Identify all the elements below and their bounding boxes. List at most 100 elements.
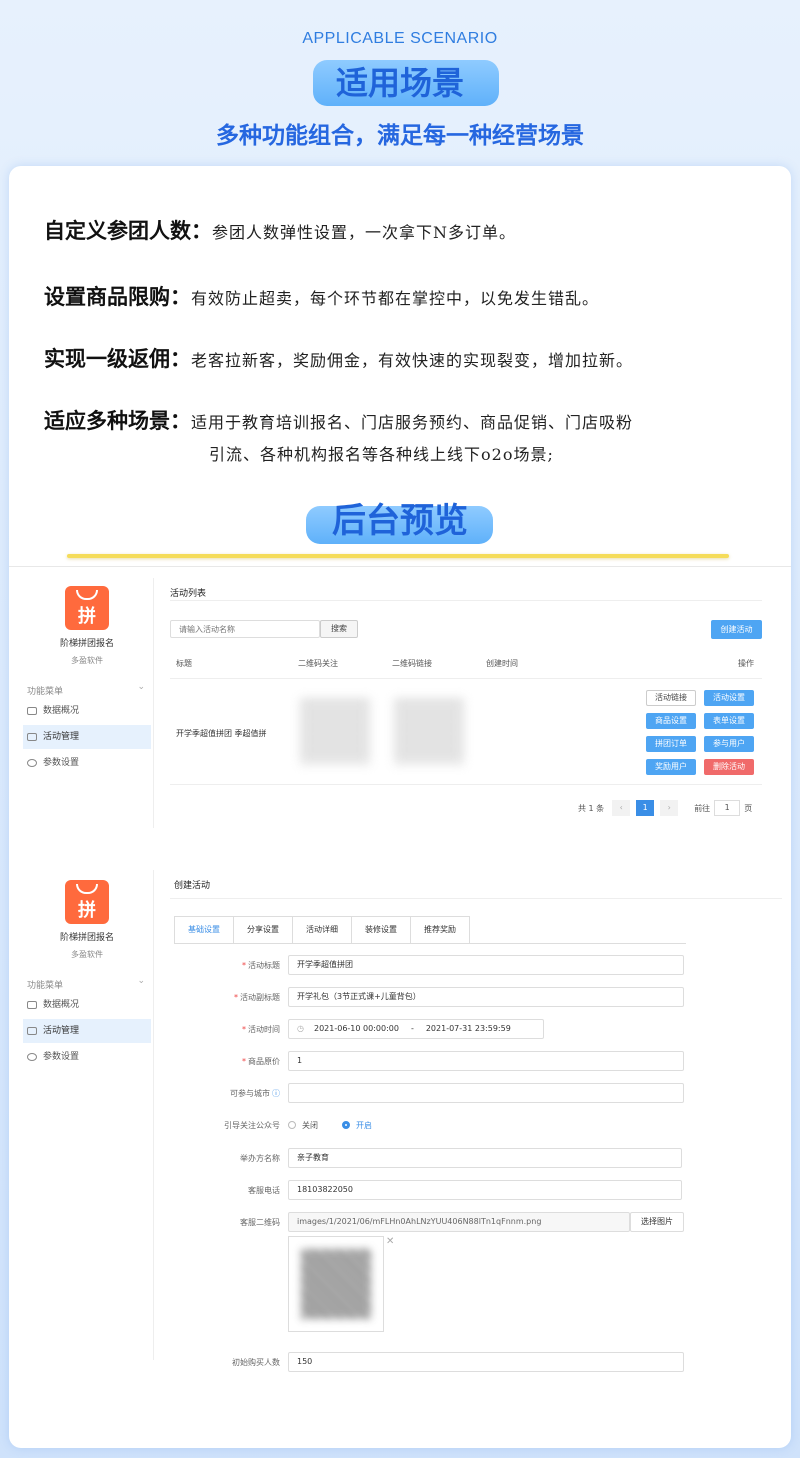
close-icon[interactable]: ✕: [386, 1236, 394, 1247]
sidebar-item-label: 数据概况: [43, 706, 80, 716]
chevron-down-icon: ⌄: [137, 682, 145, 692]
sidebar-item-overview[interactable]: 数据概况: [23, 699, 151, 723]
field-label: * 活动副标题: [234, 992, 280, 1002]
table-header: 标题 二维码关注 二维码链接 创建时间 操作: [170, 658, 762, 679]
field-follow-account: 引导关注公众号 关闭 开启: [170, 1115, 372, 1135]
title-divider: [170, 600, 762, 601]
feature-title: 实现一级返佣：: [44, 346, 191, 371]
search-input[interactable]: [170, 620, 320, 638]
field-label: 客服电话: [248, 1185, 280, 1195]
field-activity-time: * 活动时间 ◷ 2021-06-10 00:00:00 - 2021-07-31…: [170, 1019, 544, 1039]
subtitle: 多种功能组合，满足每一种经营场景: [216, 123, 584, 149]
app-logo: 拼: [65, 880, 109, 924]
app-name: 阶梯拼团报名: [59, 933, 114, 943]
sidebar-item-overview[interactable]: 数据概况: [23, 993, 151, 1017]
sidebar-item-activities[interactable]: 活动管理: [23, 1019, 151, 1043]
goto-label: 前往: [694, 803, 711, 813]
field-label: * 活动时间: [242, 1024, 280, 1034]
qrcode-path-input[interactable]: images/1/2021/06/mFLHn0AhLNzYUU406N88lTn…: [288, 1212, 630, 1232]
cities-input[interactable]: [288, 1083, 684, 1103]
tab-referral[interactable]: 推荐奖励: [410, 916, 470, 944]
qrcode-image-blurred: [301, 1249, 371, 1319]
reward-users-button[interactable]: 奖励用户: [646, 759, 696, 775]
activity-title-input[interactable]: 开学季超值拼团: [288, 955, 684, 975]
sidebar-item-settings[interactable]: 参数设置: [23, 751, 151, 775]
radio-on[interactable]: [342, 1121, 350, 1129]
activity-time-range-picker[interactable]: ◷ 2021-06-10 00:00:00 - 2021-07-31 23:59…: [288, 1019, 544, 1039]
tab-share[interactable]: 分享设置: [233, 916, 293, 944]
choose-image-button[interactable]: 选择图片: [630, 1212, 684, 1232]
gear-icon: [27, 1053, 37, 1061]
search-button[interactable]: 搜索: [320, 620, 358, 638]
participants-button[interactable]: 参与用户: [704, 736, 754, 752]
organizer-input[interactable]: 亲子教育: [288, 1148, 682, 1168]
feature-purchase-limit: 设置商品限购：有效防止超卖，每个环节都在掌控中，以免发生错乱。: [44, 280, 599, 316]
menu-header[interactable]: 功能菜单 ⌄: [23, 976, 151, 991]
time-start: 2021-06-10 00:00:00: [313, 1024, 399, 1033]
menu-header[interactable]: 功能菜单 ⌄: [23, 682, 151, 697]
field-label: 举办方名称: [240, 1153, 280, 1163]
feature-desc: 有效防止超卖，每个环节都在掌控中，以免发生错乱。: [191, 289, 600, 308]
activity-link-button[interactable]: 活动链接: [646, 690, 696, 706]
prev-page-button[interactable]: ‹: [612, 800, 631, 816]
next-page-button[interactable]: ›: [660, 800, 679, 816]
row-title: 开学季超值拼团 季超值拼: [176, 729, 267, 738]
tab-decoration[interactable]: 装修设置: [351, 916, 411, 944]
form-settings-button[interactable]: 表单设置: [704, 713, 754, 729]
field-organizer: 举办方名称 亲子教育: [170, 1148, 682, 1168]
field-original-price: * 商品原价 1: [170, 1051, 684, 1071]
clock-icon: ◷: [297, 1024, 304, 1033]
page-suffix: 页: [744, 803, 753, 813]
english-heading: APPLICABLE SCENARIO: [302, 30, 498, 47]
activity-subtitle-input[interactable]: 开学礼包（3节正式课+儿童背包）: [288, 987, 684, 1007]
col-qr-link: 二维码链接: [392, 659, 432, 668]
feature-title: 适应多种场景：: [44, 408, 191, 433]
product-settings-button[interactable]: 商品设置: [646, 713, 696, 729]
sidebar-item-settings[interactable]: 参数设置: [23, 1045, 151, 1069]
original-price-input[interactable]: 1: [288, 1051, 684, 1071]
create-activity-button[interactable]: 创建活动: [711, 620, 762, 639]
initial-buyers-input[interactable]: 150: [288, 1352, 684, 1372]
help-icon[interactable]: ⓘ: [272, 1089, 280, 1098]
gift-icon: [27, 733, 37, 741]
bag-handle-icon: [76, 884, 98, 894]
feature-desc: 适用于教育培训报名、门店服务预约、商品促销、门店吸粉: [191, 413, 634, 432]
feature-custom-group-size: 自定义参团人数：参团人数弹性设置，一次拿下N多订单。: [44, 214, 516, 250]
group-orders-button[interactable]: 拼团订单: [646, 736, 696, 752]
radio-off[interactable]: [288, 1121, 296, 1129]
sidebar-item-label: 活动管理: [43, 1026, 80, 1036]
goto-page-input[interactable]: 1: [714, 800, 741, 816]
qr-link-blurred: [394, 698, 464, 764]
sidebar-item-label: 参数设置: [43, 758, 80, 768]
sidebar: 拼 阶梯拼团报名 多盈软件 功能菜单 ⌄ 数据概况 活动管理 参数设置: [23, 586, 151, 775]
monitor-icon: [27, 1001, 37, 1009]
tabs-underline: [174, 943, 686, 944]
service-phone-input[interactable]: 18103822050: [288, 1180, 682, 1200]
activity-settings-button[interactable]: 活动设置: [704, 690, 754, 706]
field-label: * 商品原价: [242, 1056, 280, 1066]
sidebar-item-activities[interactable]: 活动管理: [23, 725, 151, 749]
chevron-down-icon: ⌄: [137, 976, 145, 986]
app-vendor: 多盈软件: [71, 950, 103, 959]
app-vendor: 多盈软件: [71, 656, 103, 665]
tab-basic[interactable]: 基础设置: [174, 916, 234, 944]
feature-desc: 老客拉新客，奖励佣金，有效快速的实现裂变，增加拉新。: [191, 351, 634, 370]
section-title: 适用场景: [335, 64, 464, 102]
menu-header-label: 功能菜单: [27, 981, 64, 991]
radio-off-label: 关闭: [302, 1120, 318, 1130]
table-row: 开学季超值拼团 季超值拼 活动链接 活动设置 商品设置 表单设置 拼团订单 参与…: [170, 680, 762, 785]
tab-detail[interactable]: 活动详细: [292, 916, 352, 944]
monitor-icon: [27, 707, 37, 715]
page-number-button[interactable]: 1: [636, 800, 655, 816]
gear-icon: [27, 759, 37, 767]
qr-follow-blurred: [300, 698, 370, 764]
feature-desc-line2: 引流、各种机构报名等各种线上线下o2o场景;: [209, 445, 554, 464]
form-tabs: 基础设置 分享设置 活动详细 装修设置 推荐奖励: [174, 916, 470, 944]
delete-activity-button[interactable]: 删除活动: [704, 759, 754, 775]
field-service-phone: 客服电话 18103822050: [170, 1180, 682, 1200]
field-service-qrcode: 客服二维码 images/1/2021/06/mFLHn0AhLNzYUU406…: [170, 1212, 684, 1232]
feature-title: 自定义参团人数：: [44, 218, 212, 243]
total-count: 共 1 条: [578, 803, 605, 813]
col-qr-follow: 二维码关注: [298, 659, 338, 668]
title-divider: [170, 898, 782, 899]
